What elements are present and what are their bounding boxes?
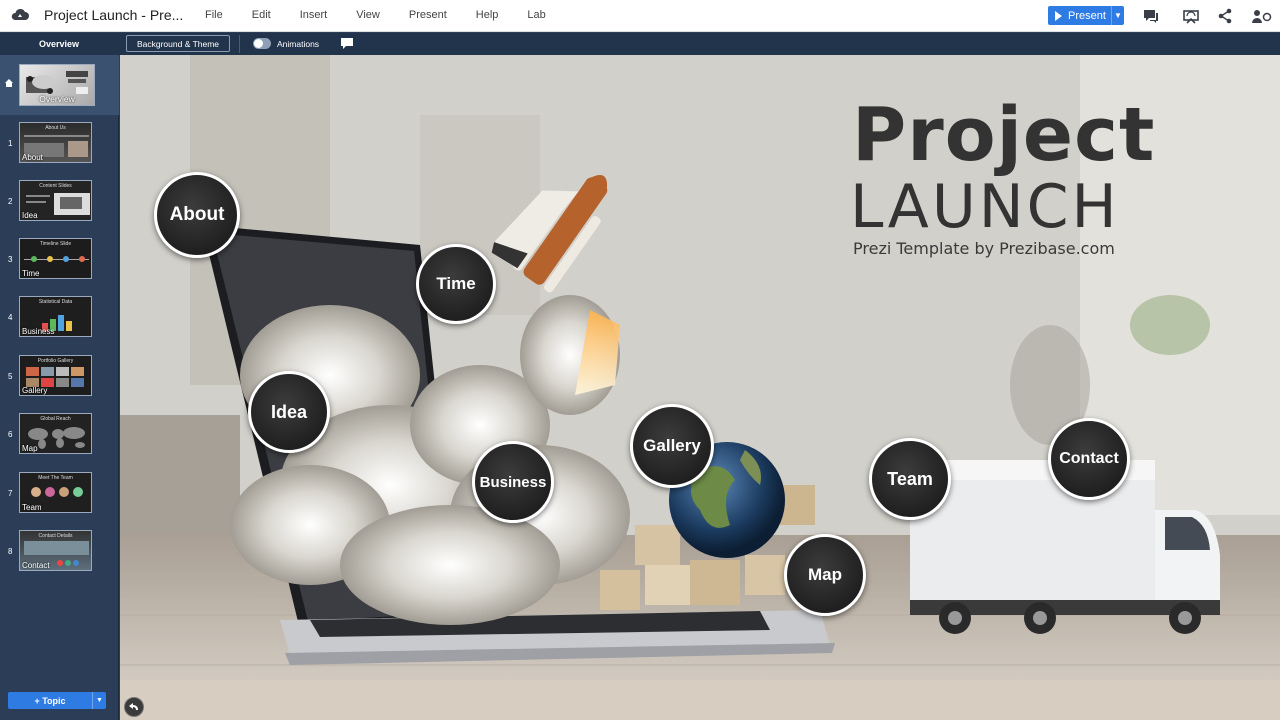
cloud-logo-icon[interactable] <box>10 7 30 23</box>
sidebar-item-time[interactable]: Timeline Slide Time <box>19 238 92 279</box>
topic-bubble-team[interactable]: Team <box>869 438 951 520</box>
play-icon <box>1055 10 1062 21</box>
top-bar: Project Launch - Pre... File Edit Insert… <box>0 0 1280 32</box>
slide-number: 8 <box>8 547 13 556</box>
overview-heading: Overview <box>38 39 80 49</box>
document-title[interactable]: Project Launch - Pre... <box>44 7 183 23</box>
back-button[interactable] <box>124 697 144 717</box>
add-topic-button[interactable]: + Topic ▼ <box>8 692 106 709</box>
sidebar-item-gallery[interactable]: Portfolio Gallery Gallery <box>19 355 92 396</box>
edit-toolbar: Overview Background & Theme Animations <box>0 33 1280 55</box>
back-icon <box>129 703 138 710</box>
title-line-launch: LAUNCH <box>850 172 1120 242</box>
topic-bubble-gallery[interactable]: Gallery <box>630 404 714 488</box>
menu-help[interactable]: Help <box>476 9 499 21</box>
slide-number: 5 <box>8 372 13 381</box>
slide-label: Time <box>22 269 40 278</box>
present-label: Present <box>1068 9 1106 22</box>
topic-bubble-map[interactable]: Map <box>784 534 866 616</box>
animations-label: Animations <box>277 39 320 49</box>
overview-thumbnail[interactable]: Overview <box>19 64 95 106</box>
present-dropdown[interactable]: ▼ <box>1111 6 1124 25</box>
collaborators-icon[interactable] <box>1251 7 1273 25</box>
sidebar-item-about[interactable]: About Us About <box>19 122 92 163</box>
slide-label: Team <box>22 503 42 512</box>
comment-icon[interactable] <box>1142 7 1160 25</box>
sidebar-item-overview[interactable]: Overview <box>0 55 119 115</box>
broadcast-icon[interactable] <box>1182 7 1200 25</box>
sidebar-item-contact[interactable]: Contact Details Contact <box>19 530 92 571</box>
topic-bubble-contact[interactable]: Contact <box>1048 418 1130 500</box>
share-icon[interactable] <box>1216 7 1234 25</box>
background-theme-button[interactable]: Background & Theme <box>126 35 230 52</box>
slide-label: About <box>22 153 43 162</box>
toolbar-divider <box>239 35 240 53</box>
overview-thumb-label: Overview <box>39 94 75 104</box>
presentation-canvas[interactable]: Project LAUNCH Prezi Template by Preziba… <box>120 55 1280 720</box>
sidebar-item-team[interactable]: Meet The Team Team <box>19 472 92 513</box>
menu-edit[interactable]: Edit <box>252 9 271 21</box>
present-button[interactable]: Present ▼ <box>1048 6 1124 25</box>
menu-insert[interactable]: Insert <box>300 9 328 21</box>
slide-label: Business <box>22 327 55 336</box>
menu-lab[interactable]: Lab <box>527 9 545 21</box>
title-subtitle: Prezi Template by Prezibase.com <box>853 239 1115 258</box>
add-topic-dropdown[interactable]: ▼ <box>92 692 106 709</box>
menu-file[interactable]: File <box>205 9 223 21</box>
slide-number: 6 <box>8 430 13 439</box>
topic-bubble-idea[interactable]: Idea <box>248 371 330 453</box>
slide-number: 3 <box>8 255 13 264</box>
slide-number: 2 <box>8 197 13 206</box>
slide-number: 7 <box>8 489 13 498</box>
menu-bar: File Edit Insert View Present Help Lab <box>205 9 575 21</box>
slide-label: Map <box>22 444 38 453</box>
present-main[interactable]: Present <box>1048 6 1111 25</box>
add-topic-label[interactable]: + Topic <box>8 696 92 706</box>
comment-icon[interactable] <box>341 38 353 49</box>
topic-bubble-time[interactable]: Time <box>416 244 496 324</box>
title-line-project: Project <box>852 92 1156 178</box>
slide-sidebar: Overview 1 About Us About 2 Content Slid… <box>0 55 119 720</box>
slide-label: Contact <box>22 561 50 570</box>
topic-bubble-business[interactable]: Business <box>472 441 554 523</box>
home-icon <box>5 79 13 87</box>
slide-number: 1 <box>8 139 13 148</box>
topic-bubble-about[interactable]: About <box>154 172 240 258</box>
slide-number: 4 <box>8 313 13 322</box>
sidebar-item-idea[interactable]: Content Slides Idea <box>19 180 92 221</box>
slide-label: Gallery <box>22 386 48 395</box>
menu-present[interactable]: Present <box>409 9 447 21</box>
menu-view[interactable]: View <box>356 9 380 21</box>
slide-label: Idea <box>22 211 38 220</box>
prezi-editor: Project Launch - Pre... File Edit Insert… <box>0 0 1280 720</box>
sidebar-item-map[interactable]: Global Reach Map <box>19 413 92 454</box>
sidebar-item-business[interactable]: Statistical Data Business <box>19 296 92 337</box>
animations-toggle[interactable] <box>253 38 271 49</box>
